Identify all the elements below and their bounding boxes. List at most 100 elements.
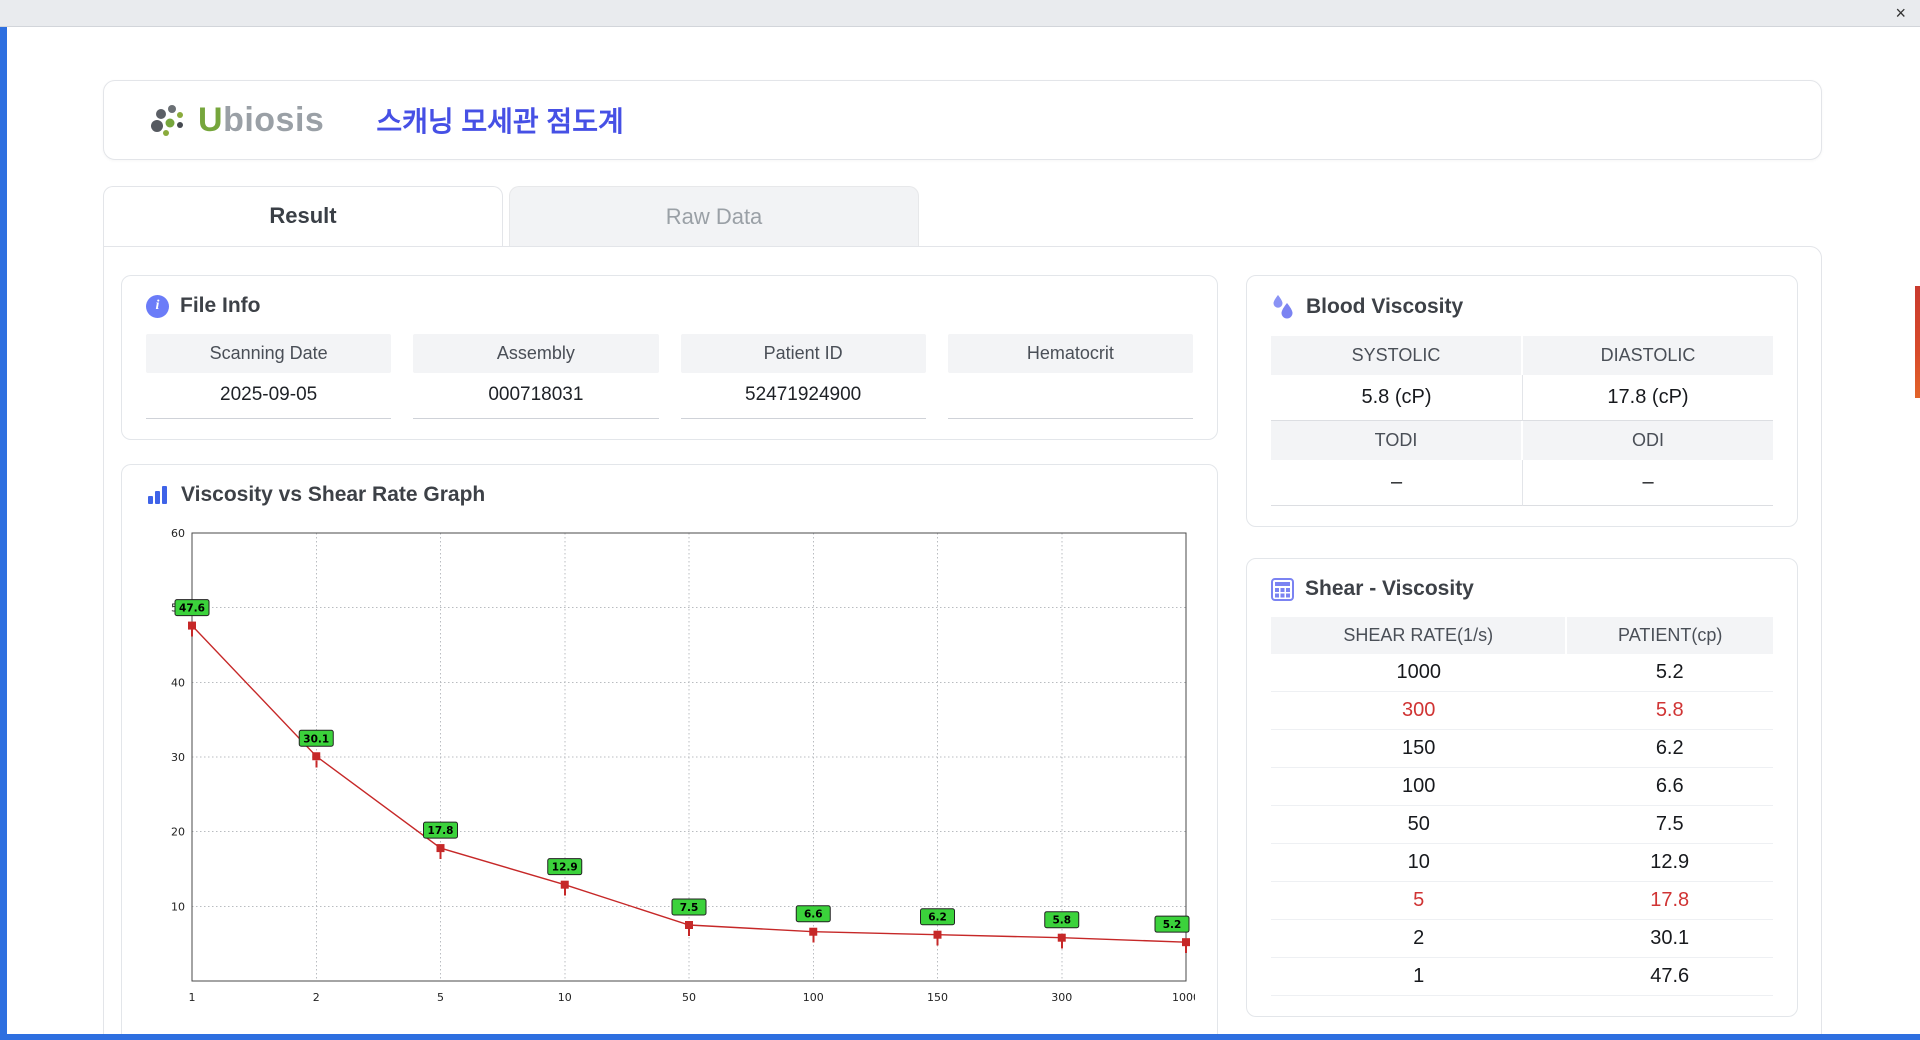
patient-value-cell: 12.9: [1566, 843, 1773, 882]
patient-value-cell: 5.8: [1566, 691, 1773, 730]
svg-text:12.9: 12.9: [552, 862, 578, 874]
patient-value-cell: 17.8: [1566, 881, 1773, 920]
svg-text:1: 1: [189, 991, 196, 1004]
shear-viscosity-table: SHEAR RATE(1/s) PATIENT(cp) 1000 5.2 300 5.8 1…: [1271, 617, 1773, 996]
file-info-panel: i File Info Scanning Date 2025-09-05 Assem…: [121, 275, 1218, 440]
svg-text:5.8: 5.8: [1052, 915, 1071, 927]
svg-text:47.6: 47.6: [179, 603, 205, 615]
file-info-field: Scanning Date 2025-09-05: [146, 334, 392, 419]
data-point-marker: [685, 921, 693, 929]
svg-text:10: 10: [558, 991, 572, 1004]
data-point-marker: [560, 880, 569, 889]
blood-viscosity-title-row: Blood Viscosity: [1271, 294, 1773, 320]
droplet-icon: [1273, 295, 1293, 319]
window-edge-bottom: [0, 1034, 1920, 1040]
graph-title: Viscosity vs Shear Rate Graph: [181, 483, 486, 506]
field-value: 52471924900: [680, 373, 926, 419]
svg-text:17.8: 17.8: [428, 825, 454, 837]
logo-leaf-icon: [151, 105, 183, 136]
blood-viscosity-panel: Blood Viscosity SYSTOLIC DIASTOLIC 5.8 (cP…: [1246, 275, 1798, 527]
svg-text:5: 5: [437, 991, 444, 1004]
patient-value-cell: 6.6: [1566, 767, 1773, 806]
result-content: i File Info Scanning Date 2025-09-05 Assem…: [103, 246, 1822, 1040]
shear-rate-cell: 150: [1271, 729, 1567, 768]
data-point-marker: [1182, 938, 1190, 947]
data-point-marker: [809, 927, 818, 936]
field-label: Hematocrit: [947, 334, 1193, 373]
shear-rate-cell: 1: [1271, 957, 1567, 996]
svg-text:30: 30: [171, 751, 185, 764]
blood-viscosity-grid: SYSTOLIC DIASTOLIC 5.8 (cP) 17.8 (cP) TODI OD…: [1271, 336, 1773, 506]
app-header: Ubiosis 스캐닝 모세관 점도계: [103, 80, 1822, 160]
app-title: 스캐닝 모세관 점도계: [376, 106, 624, 137]
shear-table-row: 150 6.2: [1271, 729, 1773, 768]
shear-table-row: 1000 5.2: [1271, 654, 1773, 692]
shear-rate-cell: 100: [1271, 767, 1567, 806]
logo-text: Ubiosis: [198, 100, 325, 139]
close-icon[interactable]: ×: [1895, 4, 1906, 22]
file-info-field: Hematocrit: [947, 334, 1193, 419]
shear-rate-cell: 1000: [1271, 654, 1567, 692]
viscosity-chart-container: 1020304050601251050100150300100047.630.1…: [146, 523, 1200, 1024]
patient-value-cell: 5.2: [1566, 654, 1773, 692]
svg-text:150: 150: [927, 991, 948, 1004]
svg-text:10: 10: [171, 900, 185, 913]
field-label: Patient ID: [680, 334, 926, 373]
blood-viscosity-header-row: SYSTOLIC DIASTOLIC: [1271, 336, 1773, 375]
blood-viscosity-value-row: 5.8 (cP) 17.8 (cP): [1271, 375, 1773, 421]
bv-header-cell: TODI: [1271, 421, 1521, 460]
window-titlebar: ×: [0, 0, 1920, 27]
bv-header-cell: SYSTOLIC: [1271, 336, 1521, 375]
svg-text:100: 100: [803, 991, 824, 1004]
svg-text:20: 20: [171, 826, 185, 839]
svg-text:30.1: 30.1: [303, 733, 329, 745]
background-window-artifact: [1915, 286, 1920, 398]
shear-rate-cell: 50: [1271, 805, 1567, 844]
file-info-title-row: i File Info: [146, 294, 1193, 318]
shear-table-row: 5 17.8: [1271, 881, 1773, 920]
field-label: Scanning Date: [146, 334, 392, 373]
shear-viscosity-title: Shear - Viscosity: [1305, 577, 1474, 600]
field-label: Assembly: [413, 334, 659, 373]
field-value: 2025-09-05: [146, 373, 392, 419]
bar-chart-icon: [148, 486, 167, 504]
patient-value-cell: 7.5: [1566, 805, 1773, 844]
bv-header-cell: ODI: [1523, 421, 1773, 460]
shear-viscosity-title-row: Shear - Viscosity: [1271, 577, 1773, 601]
shear-rate-cell: 5: [1271, 881, 1567, 920]
table-grid-icon: [1271, 577, 1294, 601]
data-point-marker: [1057, 933, 1066, 942]
shear-column-header: PATIENT(cp): [1565, 617, 1773, 654]
info-icon: i: [146, 294, 169, 318]
bv-value-cell: –: [1271, 460, 1522, 506]
file-info-title: File Info: [180, 294, 261, 317]
tab-raw-data[interactable]: Raw Data: [509, 186, 919, 246]
svg-text:50: 50: [682, 991, 696, 1004]
data-point-marker: [188, 621, 196, 630]
graph-panel: Viscosity vs Shear Rate Graph 10 20 30 40 50…: [121, 464, 1218, 1040]
blood-viscosity-value-row: – –: [1271, 460, 1773, 506]
shear-viscosity-panel: Shear - Viscosity SHEAR RATE(1/s) PATIENT…: [1246, 558, 1798, 1017]
ubiosis-logo: Ubiosis: [150, 101, 324, 140]
blood-viscosity-header-row: TODI ODI: [1271, 421, 1773, 460]
left-column: i File Info Scanning Date 2025-09-05 Assem…: [121, 275, 1218, 1040]
app-page: Ubiosis 스캐닝 모세관 점도계 Result Raw Data i Fi…: [0, 80, 1920, 1040]
shear-column-header: SHEAR RATE(1/s): [1271, 617, 1567, 654]
bv-value-cell: 5.8 (cP): [1271, 375, 1522, 421]
shear-table-row: 50 7.5: [1271, 805, 1773, 844]
blood-viscosity-title: Blood Viscosity: [1306, 295, 1464, 318]
field-value: [947, 373, 1193, 419]
patient-value-cell: 6.2: [1566, 729, 1773, 768]
svg-text:6.2: 6.2: [928, 912, 947, 924]
file-info-fields: Scanning Date 2025-09-05 Assembly 000718031…: [146, 334, 1193, 419]
graph-title-row: Viscosity vs Shear Rate Graph: [146, 483, 1193, 507]
tab-result[interactable]: Result: [103, 186, 503, 246]
field-value: 000718031: [413, 373, 659, 419]
data-point-marker: [933, 930, 942, 939]
svg-text:6.6: 6.6: [804, 909, 823, 921]
shear-rate-cell: 10: [1271, 843, 1567, 882]
shear-table-header-row: SHEAR RATE(1/s) PATIENT(cp): [1271, 617, 1773, 654]
shear-table-row: 100 6.6: [1271, 767, 1773, 806]
bv-value-cell: –: [1522, 460, 1773, 506]
viscosity-line-chart: 1020304050601251050100150300100047.630.1…: [171, 527, 1200, 1004]
